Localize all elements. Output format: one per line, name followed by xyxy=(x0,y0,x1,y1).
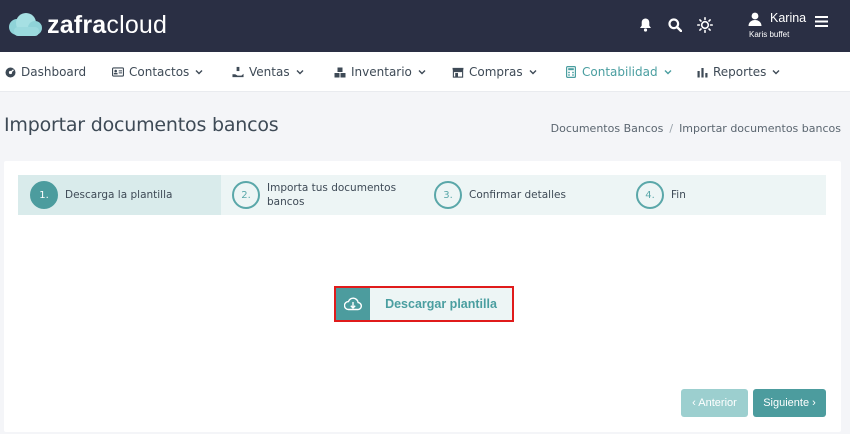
nav-label: Ventas xyxy=(249,65,290,79)
nav-label: Contactos xyxy=(129,65,190,79)
brand-name-light: cloud xyxy=(106,11,168,39)
search-icon[interactable] xyxy=(666,16,684,34)
nav-item-contactos[interactable]: Contactos xyxy=(112,52,203,92)
download-template-label: Descargar plantilla xyxy=(385,297,497,311)
hamburger-menu-icon[interactable] xyxy=(812,12,830,30)
step-label-line: bancos xyxy=(267,196,305,208)
step-4[interactable]: 4. Fin xyxy=(636,175,816,215)
chevron-down-icon xyxy=(195,69,203,75)
user-name: Karina xyxy=(770,11,807,25)
previous-button[interactable]: ‹ Anterior xyxy=(681,389,748,417)
chevron-down-icon xyxy=(296,69,304,75)
next-button[interactable]: Siguiente › xyxy=(753,389,826,417)
address-card-icon xyxy=(112,66,124,78)
step-label: Importa tus documentos bancos xyxy=(267,181,396,209)
nav-label: Contabilidad xyxy=(582,65,658,79)
sun-icon[interactable] xyxy=(696,16,714,34)
nav-item-contabilidad[interactable]: Contabilidad xyxy=(565,52,672,92)
nav-label: Compras xyxy=(469,65,523,79)
step-label: Confirmar detalles xyxy=(469,189,566,201)
breadcrumb-separator: / xyxy=(669,122,674,135)
breadcrumb-current: Importar documentos bancos xyxy=(679,122,841,135)
breadcrumb-documentos-bancos[interactable]: Documentos Bancos xyxy=(551,122,664,135)
step-label: Descarga la plantilla xyxy=(65,189,173,201)
main-nav: Dashboard Contactos Ventas Inventario Co… xyxy=(0,52,850,92)
step-1[interactable]: 1. Descarga la plantilla xyxy=(18,175,221,215)
nav-item-compras[interactable]: Compras xyxy=(452,52,537,92)
step-2[interactable]: 2. Importa tus documentos bancos xyxy=(232,175,422,215)
bar-chart-icon xyxy=(696,66,708,78)
brand-logo[interactable]: zafracloud xyxy=(6,10,167,40)
nav-item-reportes[interactable]: Reportes xyxy=(696,52,780,92)
page-title: Importar documentos bancos xyxy=(4,114,279,136)
step-3[interactable]: 3. Confirmar detalles xyxy=(434,175,624,215)
step-label-line: Importa tus documentos xyxy=(267,182,397,194)
dashboard-icon xyxy=(4,66,16,78)
chevron-down-icon xyxy=(529,69,537,75)
breadcrumb: Documentos Bancos / Importar documentos … xyxy=(551,122,841,135)
top-bar: zafracloud Karina Karis buffet xyxy=(0,0,850,52)
step-label: Fin xyxy=(671,189,686,201)
store-icon xyxy=(452,66,464,78)
hand-holding-icon xyxy=(232,66,244,78)
nav-label: Dashboard xyxy=(21,65,87,79)
cloud-logo-icon xyxy=(9,13,42,36)
nav-item-dashboard[interactable]: Dashboard xyxy=(4,52,86,92)
step-number: 1. xyxy=(30,181,58,209)
user-subtitle: Karis buffet xyxy=(749,30,790,39)
boxes-icon xyxy=(334,66,346,78)
brand-name: zafracloud xyxy=(47,10,167,40)
step-number: 4. xyxy=(636,181,664,209)
nav-item-inventario[interactable]: Inventario xyxy=(334,52,426,92)
user-icon xyxy=(748,12,762,26)
nav-label: Reportes xyxy=(713,65,767,79)
chevron-down-icon xyxy=(664,69,672,75)
brand-name-bold: zafra xyxy=(47,11,107,39)
step-number: 2. xyxy=(232,181,260,209)
step-number: 3. xyxy=(434,181,462,209)
nav-item-ventas[interactable]: Ventas xyxy=(232,52,304,92)
calculator-icon xyxy=(565,66,577,78)
chevron-down-icon xyxy=(418,69,426,75)
wizard-steps: 1. Descarga la plantilla 2. Importa tus … xyxy=(18,175,826,215)
download-template-button[interactable]: Descargar plantilla xyxy=(334,286,514,322)
chevron-down-icon xyxy=(772,69,780,75)
bell-icon[interactable] xyxy=(636,16,654,34)
nav-label: Inventario xyxy=(351,65,412,79)
cloud-download-icon xyxy=(336,288,370,320)
wizard-card: 1. Descarga la plantilla 2. Importa tus … xyxy=(4,161,841,432)
